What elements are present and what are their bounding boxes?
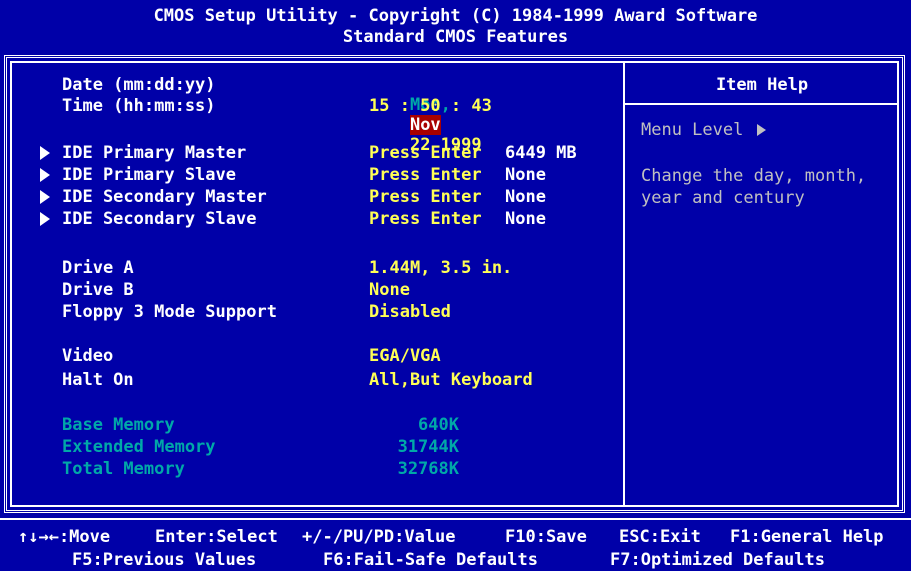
title-bar: CMOS Setup Utility - Copyright (C) 1984-… [0, 0, 911, 50]
ide-label: IDE Secondary Master [62, 187, 267, 207]
ide-label: IDE Secondary Slave [62, 209, 257, 229]
halt-on-value[interactable]: All,But Keyboard [369, 370, 533, 390]
footer-value-hint: +/-/PU/PD:Value [302, 527, 456, 547]
time-value[interactable]: 15 : 50 : 43 [369, 96, 492, 116]
drive-b-value[interactable]: None [369, 280, 410, 300]
date-month-field[interactable]: Nov [409, 115, 441, 135]
submenu-arrow-icon [40, 190, 50, 204]
page-title: Standard CMOS Features [342, 27, 569, 47]
video-value[interactable]: EGA/VGA [369, 346, 441, 366]
memory-label: Base Memory [62, 415, 175, 435]
ide-value: 6449 MB [505, 143, 577, 163]
floppy3-label: Floppy 3 Mode Support [62, 302, 277, 322]
footer-separator [0, 518, 911, 520]
ide-action[interactable]: Press Enter [369, 165, 482, 185]
utility-title: CMOS Setup Utility - Copyright (C) 1984-… [153, 6, 758, 26]
ide-value: None [505, 165, 546, 185]
footer-failsafe-hint: F6:Fail-Safe Defaults [323, 550, 538, 570]
video-label: Video [62, 346, 114, 366]
help-text-line1: Change the day, month, [641, 166, 867, 186]
footer-optimized-hint: F7:Optimized Defaults [610, 550, 825, 570]
ide-label: IDE Primary Slave [62, 165, 236, 185]
item-help-title: Item Help [715, 75, 809, 95]
ide-action[interactable]: Press Enter [369, 209, 482, 229]
submenu-arrow-icon [40, 168, 50, 182]
floppy3-value[interactable]: Disabled [369, 302, 451, 322]
date-label: Date (mm:dd:yy) [62, 75, 216, 95]
submenu-arrow-icon [40, 146, 50, 160]
drive-a-value[interactable]: 1.44M, 3.5 in. [369, 258, 512, 278]
footer-save-hint: F10:Save [505, 527, 587, 547]
panel-divider [623, 61, 625, 507]
memory-value: 31744K [397, 437, 459, 457]
footer-move-hint: ↑↓→←:Move [18, 527, 111, 547]
halt-on-label: Halt On [62, 370, 134, 390]
help-title-divider [625, 103, 899, 105]
ide-action[interactable]: Press Enter [369, 143, 482, 163]
submenu-arrow-icon [40, 212, 50, 226]
ide-label: IDE Primary Master [62, 143, 247, 163]
menu-level-label: Menu Level [641, 120, 744, 140]
memory-value: 32768K [397, 459, 459, 479]
ide-value: None [505, 187, 546, 207]
memory-label: Total Memory [62, 459, 185, 479]
ide-value: None [505, 209, 546, 229]
help-text-line2: year and century [641, 188, 805, 208]
memory-value: 640K [418, 415, 459, 435]
footer-help-hint: F1:General Help [730, 527, 884, 547]
footer-prev-hint: F5:Previous Values [72, 550, 257, 570]
ide-action[interactable]: Press Enter [369, 187, 482, 207]
memory-label: Extended Memory [62, 437, 216, 457]
time-label: Time (hh:mm:ss) [62, 96, 216, 116]
menu-level-arrow-icon [757, 124, 766, 136]
footer-exit-hint: ESC:Exit [619, 527, 701, 547]
drive-a-label: Drive A [62, 258, 134, 278]
footer-enter-hint: Enter:Select [155, 527, 278, 547]
drive-b-label: Drive B [62, 280, 134, 300]
